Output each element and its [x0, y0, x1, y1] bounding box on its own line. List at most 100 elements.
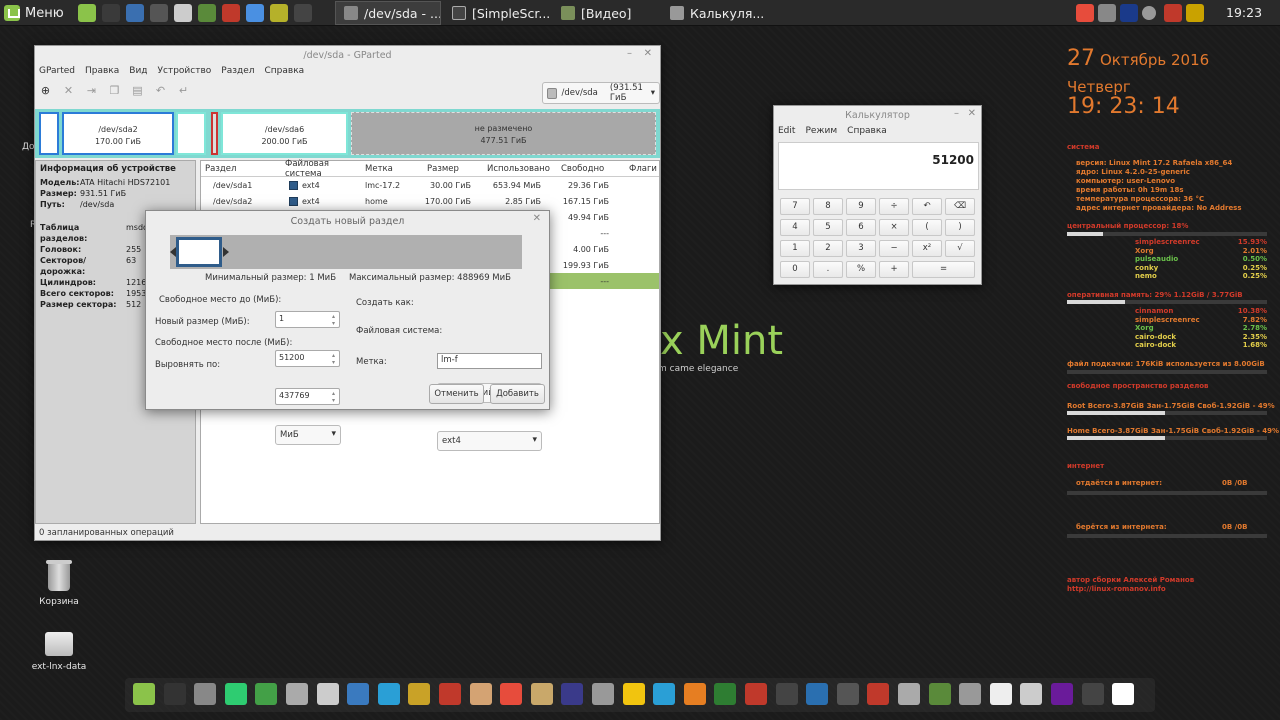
col-size[interactable]: Размер — [421, 164, 477, 174]
calculator-titlebar[interactable]: Калькулятор – ✕ — [774, 106, 981, 124]
gparted-titlebar[interactable]: /dev/sda - GParted – ✕ — [35, 46, 660, 64]
dock-app-icon[interactable] — [530, 683, 553, 705]
task-calculator[interactable]: Калькуля... — [662, 1, 770, 25]
panel-launcher-icon[interactable] — [174, 4, 192, 22]
dock-app-icon[interactable] — [714, 683, 737, 705]
panel-launcher-icon[interactable] — [78, 4, 96, 22]
desktop-icon-trash[interactable]: Корзина — [29, 560, 89, 607]
dock-app-icon[interactable] — [500, 683, 523, 705]
desktop-icon-ext-lnx-data[interactable]: ext-lnx-data — [29, 632, 89, 672]
dock-app-icon[interactable] — [163, 683, 186, 705]
menu-edit[interactable]: Правка — [85, 66, 119, 76]
dock-app-icon[interactable] — [867, 683, 890, 705]
dock-app-icon[interactable] — [133, 683, 155, 705]
dock-app-icon[interactable] — [592, 683, 614, 705]
col-partition[interactable]: Раздел — [201, 164, 285, 174]
partition-block-sda2[interactable]: /dev/sda2 170.00 ГиБ — [62, 112, 174, 155]
dock-app-icon[interactable] — [836, 683, 859, 705]
menu-edit[interactable]: Edit — [778, 126, 795, 136]
dock-app-icon[interactable] — [622, 683, 645, 705]
dock-app-icon[interactable] — [316, 683, 339, 705]
dialog-close-button[interactable]: ✕ — [533, 213, 541, 224]
dock-app-icon[interactable] — [194, 683, 217, 705]
resize-icon[interactable]: ⇥ — [85, 84, 98, 97]
delete-icon[interactable]: ✕ — [62, 84, 75, 97]
dialog-titlebar[interactable]: Создать новый раздел ✕ — [146, 211, 549, 231]
dock-app-icon[interactable] — [469, 683, 492, 705]
main-menu-button[interactable]: Меню — [4, 3, 64, 23]
calc-key[interactable]: × — [879, 219, 909, 236]
tray-icon[interactable] — [1120, 4, 1138, 22]
panel-launcher-icon[interactable] — [222, 4, 240, 22]
paste-icon[interactable]: ▤ — [131, 84, 144, 97]
partition-block-unallocated[interactable]: не размечено 477.51 ГиБ — [351, 112, 656, 155]
resize-right-handle-icon[interactable] — [223, 247, 229, 257]
calc-key[interactable]: + — [879, 261, 909, 278]
calc-key[interactable]: 1 — [780, 240, 810, 257]
align-select[interactable]: МиБ — [275, 425, 341, 445]
new-partition-icon[interactable]: ⊕ — [39, 84, 52, 97]
dock-app-icon[interactable] — [989, 683, 1012, 705]
menu-help[interactable]: Справка — [847, 126, 887, 136]
dock-app-icon[interactable] — [377, 683, 400, 705]
calc-key[interactable]: ⌫ — [945, 198, 975, 215]
table-row[interactable]: /dev/sda2 ext4 home 170.00 ГиБ 2.85 ГиБ 167.1… — [201, 193, 659, 209]
tray-icon[interactable] — [1076, 4, 1094, 22]
free-before-input[interactable]: 1 — [275, 311, 340, 328]
menu-help[interactable]: Справка — [265, 66, 305, 76]
dock-app-icon[interactable] — [439, 683, 461, 705]
dock-app-icon[interactable] — [561, 683, 584, 705]
panel-launcher-icon[interactable] — [246, 4, 264, 22]
partition-block-sda6[interactable]: /dev/sda6 200.00 ГиБ — [221, 112, 348, 155]
calc-key[interactable]: 4 — [780, 219, 810, 236]
free-after-input[interactable]: 437769 — [275, 388, 340, 405]
task-gparted[interactable]: /dev/sda - ... — [335, 1, 441, 25]
tray-icon[interactable] — [1098, 4, 1116, 22]
calc-key[interactable]: 7 — [780, 198, 810, 215]
menu-device[interactable]: Устройство — [158, 66, 212, 76]
col-label[interactable]: Метка — [365, 164, 421, 174]
table-row[interactable]: /dev/sda1 ext4 lmc-17.2 30.00 ГиБ 653.94 МиБ… — [201, 177, 659, 193]
dock-app-icon[interactable] — [286, 683, 308, 705]
menu-mode[interactable]: Режим — [805, 126, 837, 136]
dock-app-icon[interactable] — [347, 683, 370, 705]
partition-size-slider[interactable] — [170, 235, 522, 269]
minimize-button[interactable]: – — [627, 48, 632, 59]
col-used[interactable]: Использовано — [477, 164, 550, 174]
calc-key[interactable]: 2 — [813, 240, 843, 257]
panel-launcher-icon[interactable] — [102, 4, 120, 22]
calc-key[interactable]: = — [912, 261, 975, 278]
undo-icon[interactable]: ↶ — [154, 84, 167, 97]
new-size-input[interactable]: 51200 — [275, 350, 340, 367]
dock-app-icon[interactable] — [806, 683, 829, 705]
panel-launcher-icon[interactable] — [150, 4, 168, 22]
task-simplescreenrecorder[interactable]: [SimpleScr... — [444, 1, 549, 25]
clock[interactable]: 19:23 — [1226, 5, 1262, 20]
col-flags[interactable]: Флаги — [615, 164, 659, 174]
apply-icon[interactable]: ↵ — [177, 84, 190, 97]
dock-app-icon[interactable] — [745, 683, 767, 705]
calc-key[interactable]: % — [846, 261, 876, 278]
dock-app-icon[interactable] — [408, 683, 431, 705]
calc-key[interactable]: 5 — [813, 219, 843, 236]
tray-icon[interactable] — [1164, 4, 1182, 22]
dock-app-icon[interactable] — [959, 683, 982, 705]
calc-key[interactable]: 8 — [813, 198, 843, 215]
menu-view[interactable]: Вид — [129, 66, 147, 76]
calc-key[interactable]: − — [879, 240, 909, 257]
dock-app-icon[interactable] — [255, 683, 278, 705]
calc-key[interactable]: ÷ — [879, 198, 909, 215]
tray-icon[interactable] — [1142, 6, 1156, 20]
partition-block-swap[interactable] — [211, 112, 218, 155]
label-input[interactable]: lm-f — [437, 353, 542, 369]
dock-app-icon[interactable] — [1081, 683, 1104, 705]
dock-app-icon[interactable] — [653, 683, 676, 705]
new-partition-block[interactable] — [176, 237, 222, 267]
dock-app-icon[interactable] — [1051, 683, 1073, 705]
panel-launcher-icon[interactable] — [294, 4, 312, 22]
calc-key[interactable]: 3 — [846, 240, 876, 257]
col-free[interactable]: Свободно — [547, 164, 615, 174]
dock-app-icon[interactable] — [775, 683, 798, 705]
task-video-folder[interactable]: [Видео] — [553, 1, 658, 25]
partition-block-extended[interactable] — [176, 112, 206, 155]
